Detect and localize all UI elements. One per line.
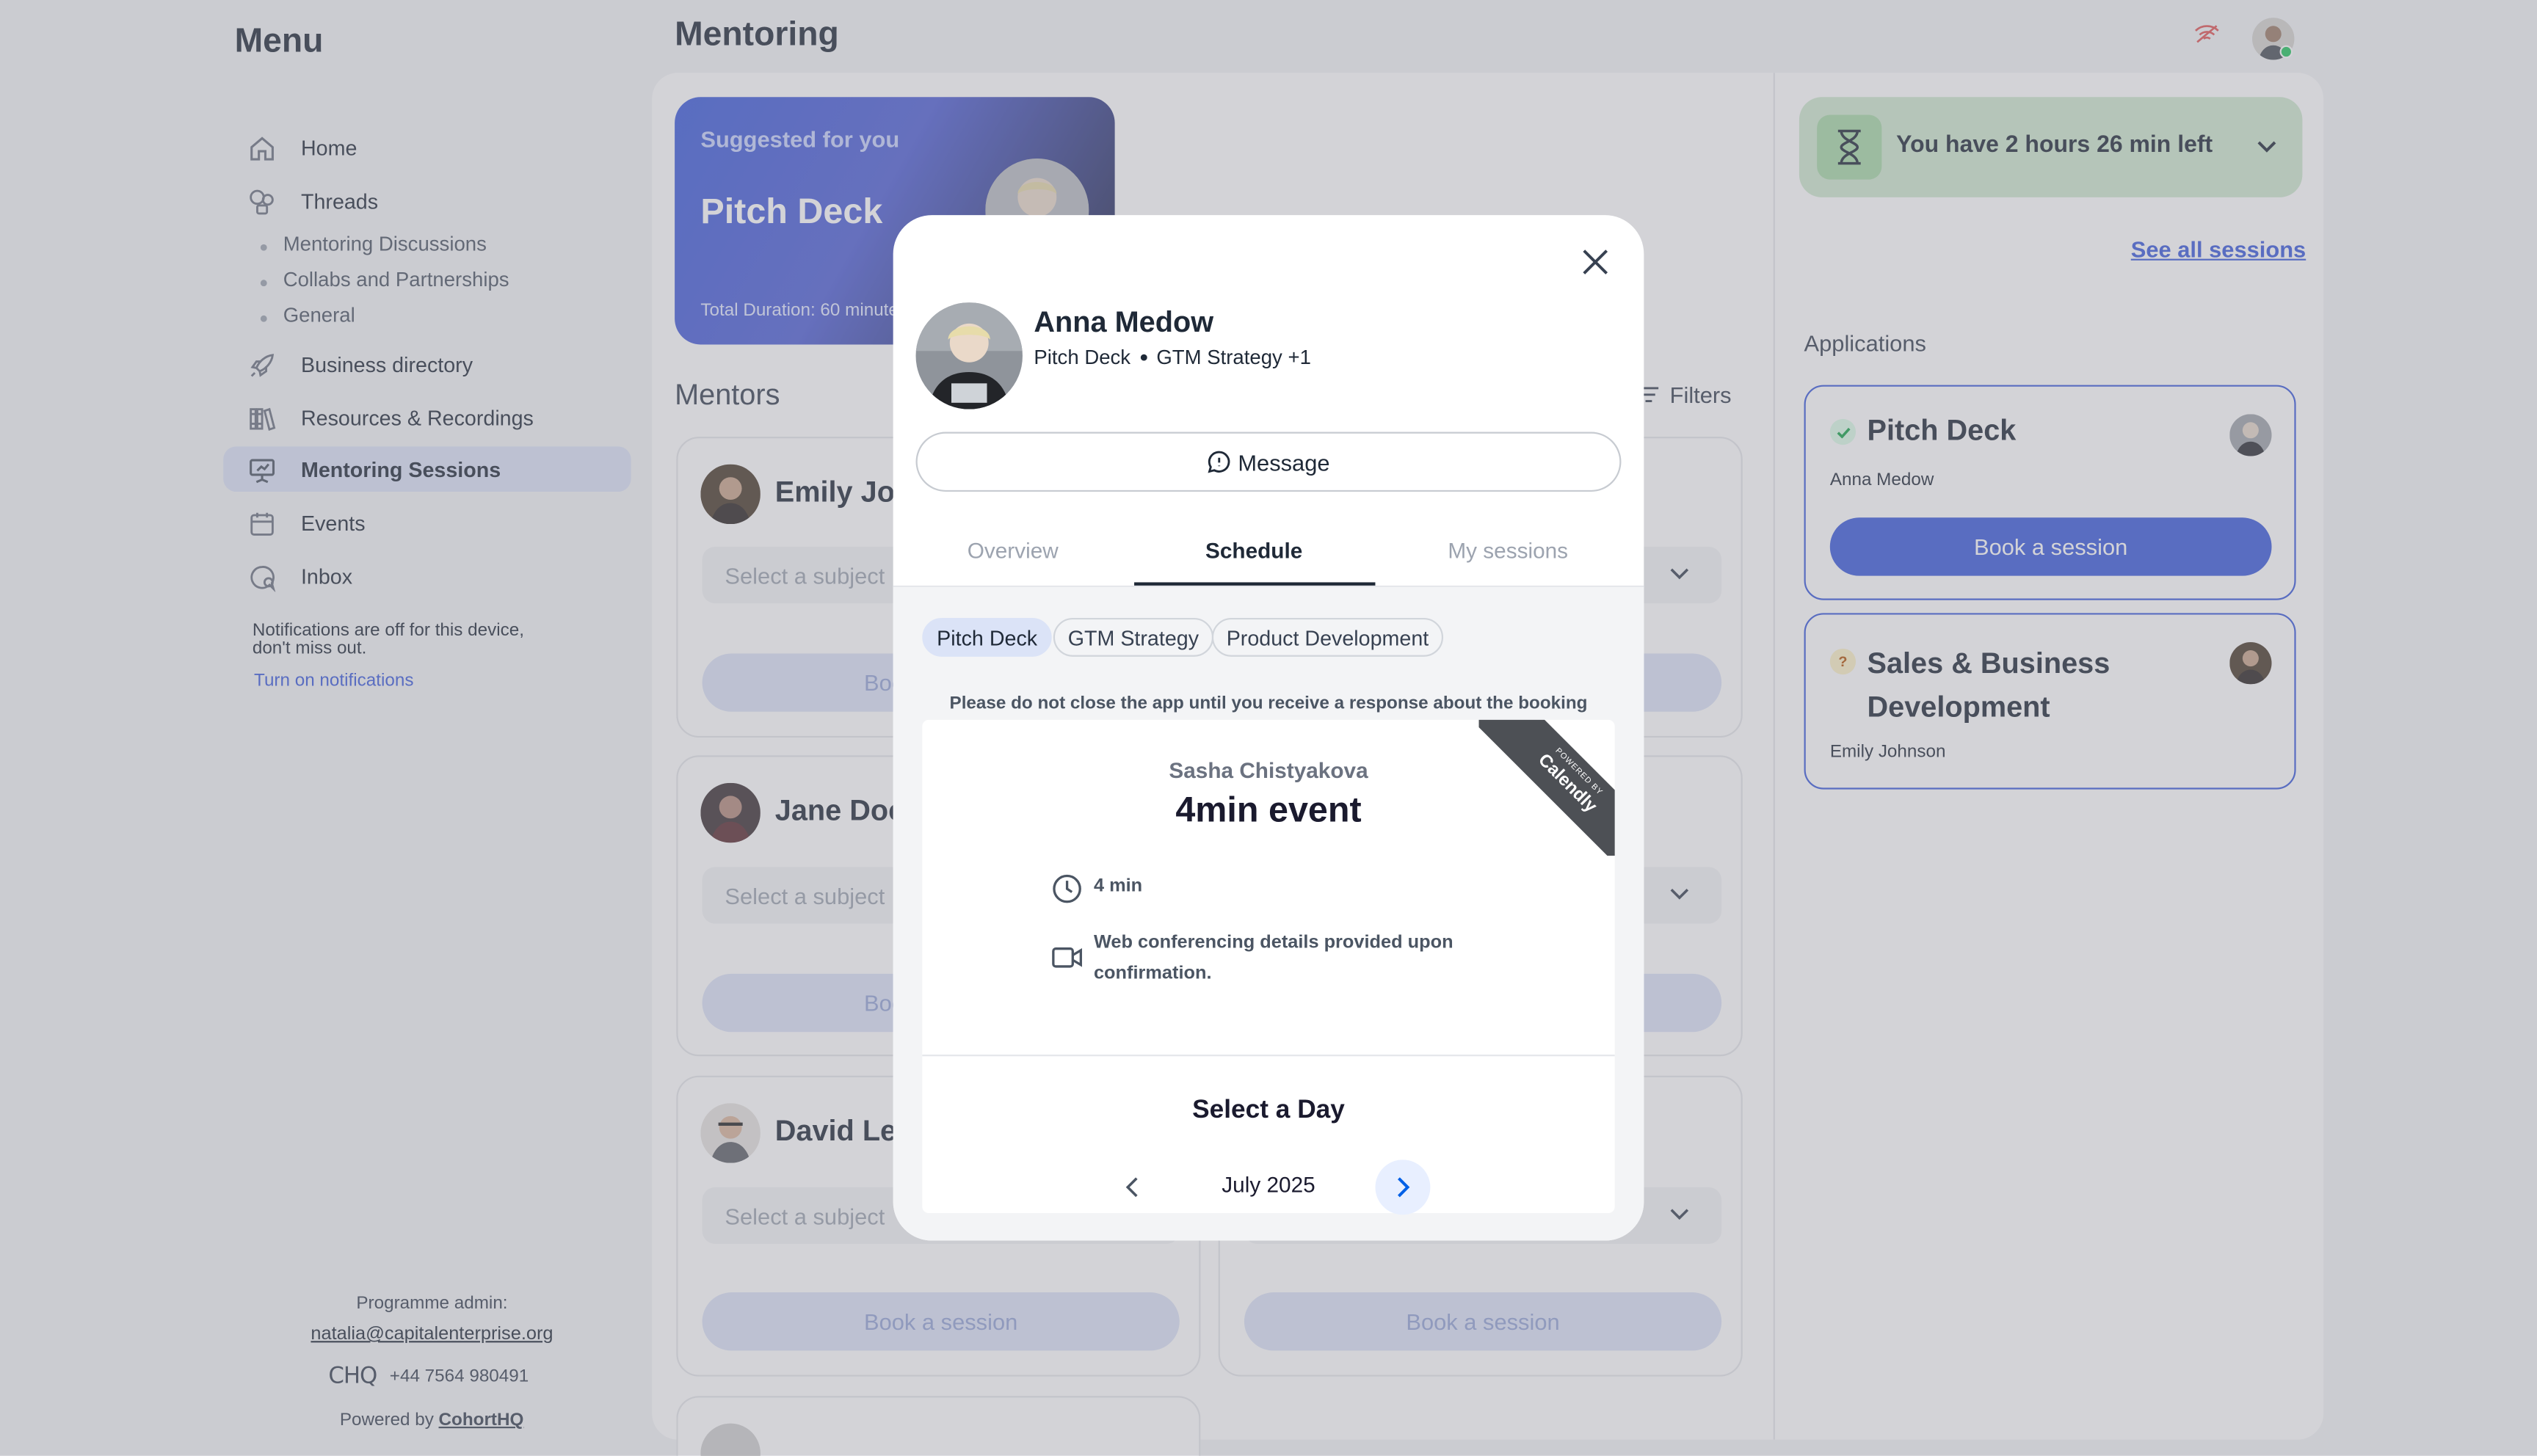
tab-my-sessions[interactable]: My sessions: [1387, 539, 1630, 563]
subject-chip-pitch-deck[interactable]: Pitch Deck: [922, 617, 1052, 657]
mentor-tag: Pitch Deck: [1034, 346, 1131, 369]
tab-schedule[interactable]: Schedule: [1133, 539, 1376, 563]
calendly-widget: POWERED BY Calendly Sasha Chistyakova 4m…: [922, 719, 1615, 1215]
subject-chip-gtm-strategy[interactable]: GTM Strategy: [1053, 617, 1213, 657]
subject-chip-product-development[interactable]: Product Development: [1211, 617, 1444, 657]
select-day-heading: Select a Day: [1192, 1096, 1345, 1124]
message-button[interactable]: Message: [915, 432, 1622, 492]
mentor-name: Anna Medow: [1034, 305, 1214, 338]
event-title: 4min event: [1175, 789, 1362, 830]
chat-bubble-icon: [1208, 451, 1230, 473]
next-month-button[interactable]: [1375, 1160, 1431, 1215]
mentor-profile-modal: Anna Medow Pitch Deck GTM Strategy +1 Me…: [893, 215, 1644, 1241]
tab-overview[interactable]: Overview: [893, 539, 1134, 563]
conferencing-details: Web conferencing details provided upon c…: [1093, 933, 1453, 984]
message-label: Message: [1238, 448, 1330, 475]
mentor-avatar: [915, 302, 1023, 410]
active-tab-indicator: [1134, 582, 1376, 586]
booking-warning-text: Please do not close the app until you re…: [949, 694, 1588, 713]
chevron-right-icon: [1396, 1177, 1409, 1198]
video-camera-icon: [1052, 944, 1083, 970]
bullet-separator: [1140, 354, 1147, 361]
mentor-tag: GTM Strategy +1: [1156, 346, 1311, 369]
calendar-month-label: July 2025: [1222, 1172, 1315, 1198]
close-icon[interactable]: [1580, 247, 1610, 277]
event-duration: 4 min: [1093, 876, 1143, 897]
calendly-ribbon: POWERED BY Calendly: [1478, 719, 1615, 856]
calendly-divider: [922, 1055, 1615, 1057]
event-host-name: Sasha Chistyakova: [1169, 758, 1368, 783]
clock-icon: [1052, 873, 1083, 904]
